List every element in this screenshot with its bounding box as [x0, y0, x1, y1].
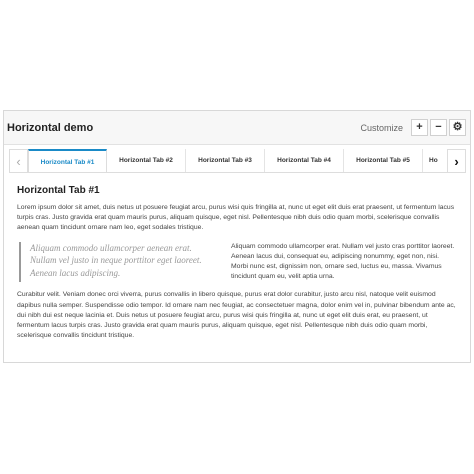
tab-horizontal-5[interactable]: Horizontal Tab #5	[344, 149, 423, 172]
settings-button[interactable]: ⚙	[449, 119, 466, 136]
tabs-viewport: Horizontal Tab #1 Horizontal Tab #2 Hori…	[28, 149, 447, 172]
customize-link[interactable]: Customize	[360, 123, 403, 133]
horizontal-demo-panel: Horizontal demo Customize + − ⚙ ‹ Horizo…	[3, 110, 471, 363]
chevron-right-icon: ›	[454, 153, 459, 169]
side-paragraph: Aliquam commodo ullamcorper erat. Nullam…	[231, 242, 455, 281]
add-button[interactable]: +	[411, 119, 428, 136]
tabs-bar: ‹ Horizontal Tab #1 Horizontal Tab #2 Ho…	[9, 149, 466, 173]
quote-row: Aliquam commodo ullamcorper aenean erat.…	[17, 241, 457, 283]
tabs-next-button[interactable]: ›	[447, 149, 466, 172]
minus-icon: −	[435, 121, 442, 133]
intro-paragraph: Lorem ipsum dolor sit amet, duis netus u…	[17, 204, 455, 232]
panel-header: Horizontal demo Customize + − ⚙	[4, 111, 470, 145]
plus-icon: +	[416, 121, 423, 133]
tab-horizontal-6-partial[interactable]: Ho	[423, 149, 447, 172]
content-title: Horizontal Tab #1	[17, 185, 100, 196]
header-tools: Customize + − ⚙	[360, 119, 466, 136]
panel-title: Horizontal demo	[7, 121, 94, 134]
chevron-left-icon: ‹	[16, 153, 21, 169]
tab-content: Horizontal Tab #1 Lorem ipsum dolor sit …	[4, 173, 470, 341]
tab-horizontal-3[interactable]: Horizontal Tab #3	[186, 149, 265, 172]
tab-horizontal-2[interactable]: Horizontal Tab #2	[107, 149, 186, 172]
gear-icon: ⚙	[452, 121, 463, 133]
tab-horizontal-4[interactable]: Horizontal Tab #4	[265, 149, 344, 172]
remove-button[interactable]: −	[430, 119, 447, 136]
pull-quote: Aliquam commodo ullamcorper aenean erat.…	[19, 241, 219, 283]
tabs-prev-button[interactable]: ‹	[9, 149, 28, 172]
closing-paragraph: Curabitur velit. Veniam donec orci viver…	[17, 291, 456, 340]
tab-horizontal-1[interactable]: Horizontal Tab #1	[28, 149, 107, 172]
